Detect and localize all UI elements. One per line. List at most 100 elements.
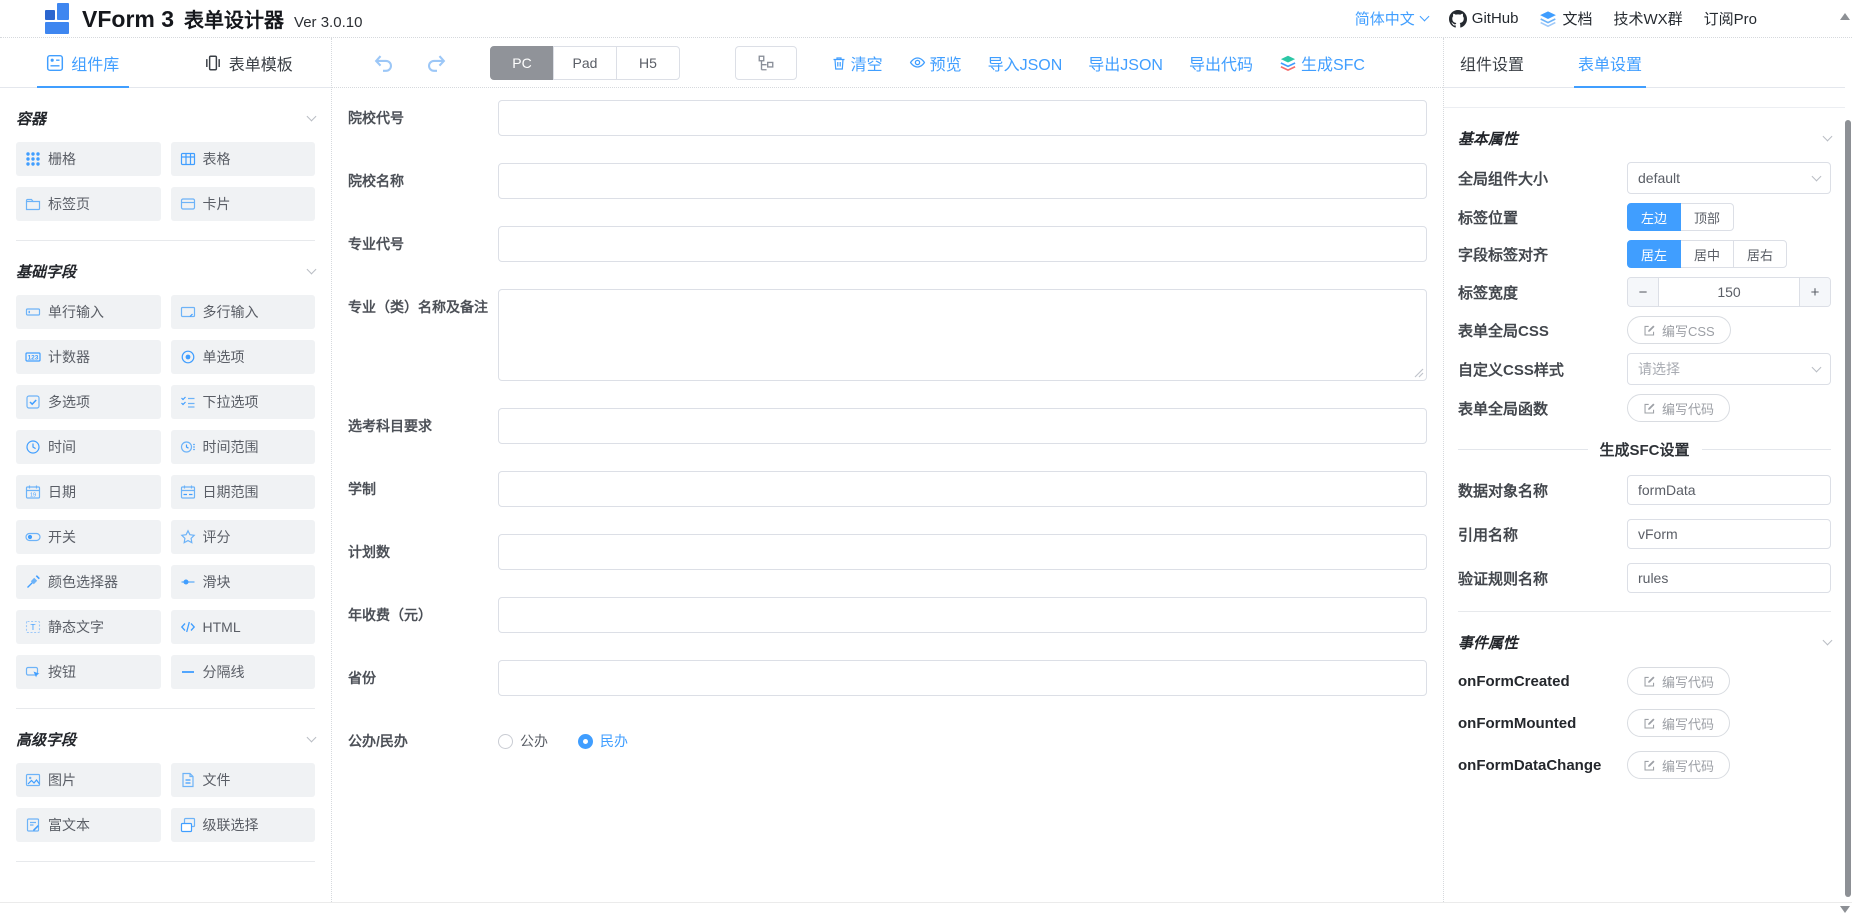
- widget-item-radio[interactable]: 单选项: [171, 340, 316, 374]
- major-code-input[interactable]: [498, 226, 1427, 262]
- edit-code-button[interactable]: 编写代码: [1627, 709, 1730, 737]
- annual-fee-input[interactable]: [498, 597, 1427, 633]
- redo-button[interactable]: [424, 50, 450, 76]
- label-position-top[interactable]: 顶部: [1680, 203, 1734, 231]
- clear-button[interactable]: 清空: [831, 51, 883, 75]
- custom-css-class-select[interactable]: 请选择: [1627, 353, 1831, 385]
- widget-item-picture[interactable]: 图片: [16, 763, 161, 797]
- docs-layers-icon: [1539, 10, 1557, 28]
- edit-icon: [1643, 759, 1656, 772]
- widget-item-grid[interactable]: 栅格: [16, 142, 161, 176]
- field-label: 专业代号: [348, 226, 498, 262]
- study-length-input[interactable]: [498, 471, 1427, 507]
- widget-item-static-text[interactable]: T静态文字: [16, 610, 161, 644]
- section-divider: [16, 861, 315, 862]
- device-pad-button[interactable]: Pad: [553, 46, 617, 80]
- global-size-select[interactable]: default: [1627, 162, 1831, 194]
- public-private-radio-group: 公办 民办: [498, 723, 1427, 759]
- tab-page-icon: [25, 196, 41, 212]
- widget-item-switch[interactable]: 开关: [16, 520, 161, 554]
- subject-requirement-input[interactable]: [498, 408, 1427, 444]
- widget-item-checkbox[interactable]: 多选项: [16, 385, 161, 419]
- undo-button[interactable]: [370, 50, 396, 76]
- data-object-name-input[interactable]: [1627, 475, 1831, 505]
- edit-code-button[interactable]: 编写代码: [1627, 394, 1730, 422]
- radio-icon: [180, 349, 196, 365]
- widget-item-html[interactable]: HTML: [171, 610, 316, 644]
- section-container[interactable]: 容器: [16, 108, 315, 129]
- device-pc-button[interactable]: PC: [490, 46, 554, 80]
- widget-item-table[interactable]: 表格: [171, 142, 316, 176]
- device-h5-button[interactable]: H5: [616, 46, 680, 80]
- scrollbar-up-arrow[interactable]: [1840, 13, 1850, 20]
- resize-grip-icon[interactable]: [1414, 368, 1424, 378]
- section-event-props[interactable]: 事件属性: [1458, 632, 1831, 653]
- tab-component-library[interactable]: 组件库: [0, 38, 166, 87]
- wx-group-link[interactable]: 技术WX群: [1613, 8, 1682, 29]
- github-link[interactable]: GitHub: [1449, 10, 1519, 28]
- tab-widget-settings[interactable]: 组件设置: [1456, 38, 1528, 87]
- section-advanced-fields[interactable]: 高级字段: [16, 729, 315, 750]
- docs-link[interactable]: 文档: [1539, 8, 1592, 29]
- edit-code-button[interactable]: 编写代码: [1627, 751, 1730, 779]
- widget-item-slider[interactable]: 滑块: [171, 565, 316, 599]
- export-json-button[interactable]: 导出JSON: [1088, 51, 1163, 75]
- province-input[interactable]: [498, 660, 1427, 696]
- language-selector[interactable]: 简体中文: [1355, 8, 1428, 29]
- widget-item-counter[interactable]: 123计数器: [16, 340, 161, 374]
- node-tree-button[interactable]: [735, 46, 797, 80]
- scrollbar-thumb[interactable]: [1845, 120, 1851, 897]
- widget-item-divider[interactable]: 分隔线: [171, 655, 316, 689]
- widget-item-tab-page[interactable]: 标签页: [16, 187, 161, 221]
- redo-icon: [426, 52, 448, 74]
- widget-item-rate[interactable]: 评分: [171, 520, 316, 554]
- form-canvas[interactable]: 院校代号 院校名称 专业代号 专业（类）名称及备注: [332, 88, 1443, 902]
- label-position-left[interactable]: 左边: [1627, 203, 1681, 231]
- widget-item-cascader[interactable]: 级联选择: [171, 808, 316, 842]
- vform-designer-app: VForm 3 表单设计器 Ver 3.0.10 简体中文 GitHub 文档 …: [0, 0, 1852, 920]
- setting-custom-css-class: 自定义CSS样式 请选择: [1458, 353, 1831, 385]
- widget-item-time[interactable]: 时间: [16, 430, 161, 464]
- section-basic-fields[interactable]: 基础字段: [16, 261, 315, 282]
- widget-item-card[interactable]: 卡片: [171, 187, 316, 221]
- generate-sfc-button[interactable]: 生成SFC: [1279, 51, 1365, 75]
- widget-item-date[interactable]: 19日期: [16, 475, 161, 509]
- radio-option-private[interactable]: 民办: [578, 731, 628, 751]
- major-name-remark-textarea[interactable]: [498, 289, 1427, 381]
- eye-icon: [909, 54, 926, 71]
- label-width-value[interactable]: 150: [1658, 278, 1800, 306]
- widget-item-time-range[interactable]: 时间范围: [171, 430, 316, 464]
- label-align-left[interactable]: 居左: [1627, 240, 1681, 268]
- ref-name-input[interactable]: [1627, 519, 1831, 549]
- subscribe-pro-link[interactable]: 订阅Pro: [1704, 8, 1757, 29]
- widget-item-date-range[interactable]: 日期范围: [171, 475, 316, 509]
- section-basic-props[interactable]: 基本属性: [1458, 128, 1831, 149]
- toolbar-actions: 清空 预览 导入JSON 导出JSON 导出代码 生成SFC: [831, 51, 1365, 75]
- field-label: 年收费（元）: [348, 597, 498, 633]
- edit-code-button[interactable]: 编写代码: [1627, 667, 1730, 695]
- widget-item-multi-input[interactable]: 多行输入: [171, 295, 316, 329]
- scrollbar-down-arrow[interactable]: [1840, 906, 1850, 913]
- label-align-center[interactable]: 居中: [1680, 240, 1734, 268]
- setting-data-object-name: 数据对象名称: [1458, 475, 1831, 505]
- label-align-right[interactable]: 居右: [1733, 240, 1787, 268]
- radio-option-public[interactable]: 公办: [498, 731, 548, 751]
- widget-item-single-input[interactable]: 单行输入: [16, 295, 161, 329]
- edit-css-button[interactable]: 编写CSS: [1627, 316, 1731, 344]
- stepper-minus-button[interactable]: −: [1628, 278, 1658, 306]
- widget-item-file[interactable]: 文件: [171, 763, 316, 797]
- stepper-plus-button[interactable]: +: [1800, 278, 1830, 306]
- college-code-input[interactable]: [498, 100, 1427, 136]
- widget-item-button[interactable]: 按钮: [16, 655, 161, 689]
- college-name-input[interactable]: [498, 163, 1427, 199]
- export-code-button[interactable]: 导出代码: [1189, 51, 1253, 75]
- tab-form-template[interactable]: 表单模板: [166, 38, 332, 87]
- widget-item-select[interactable]: 下拉选项: [171, 385, 316, 419]
- plan-count-input[interactable]: [498, 534, 1427, 570]
- widget-item-color-picker[interactable]: 颜色选择器: [16, 565, 161, 599]
- widget-item-rich-text[interactable]: 富文本: [16, 808, 161, 842]
- rules-name-input[interactable]: [1627, 563, 1831, 593]
- preview-button[interactable]: 预览: [909, 51, 962, 75]
- import-json-button[interactable]: 导入JSON: [988, 51, 1063, 75]
- tab-form-settings[interactable]: 表单设置: [1574, 38, 1646, 87]
